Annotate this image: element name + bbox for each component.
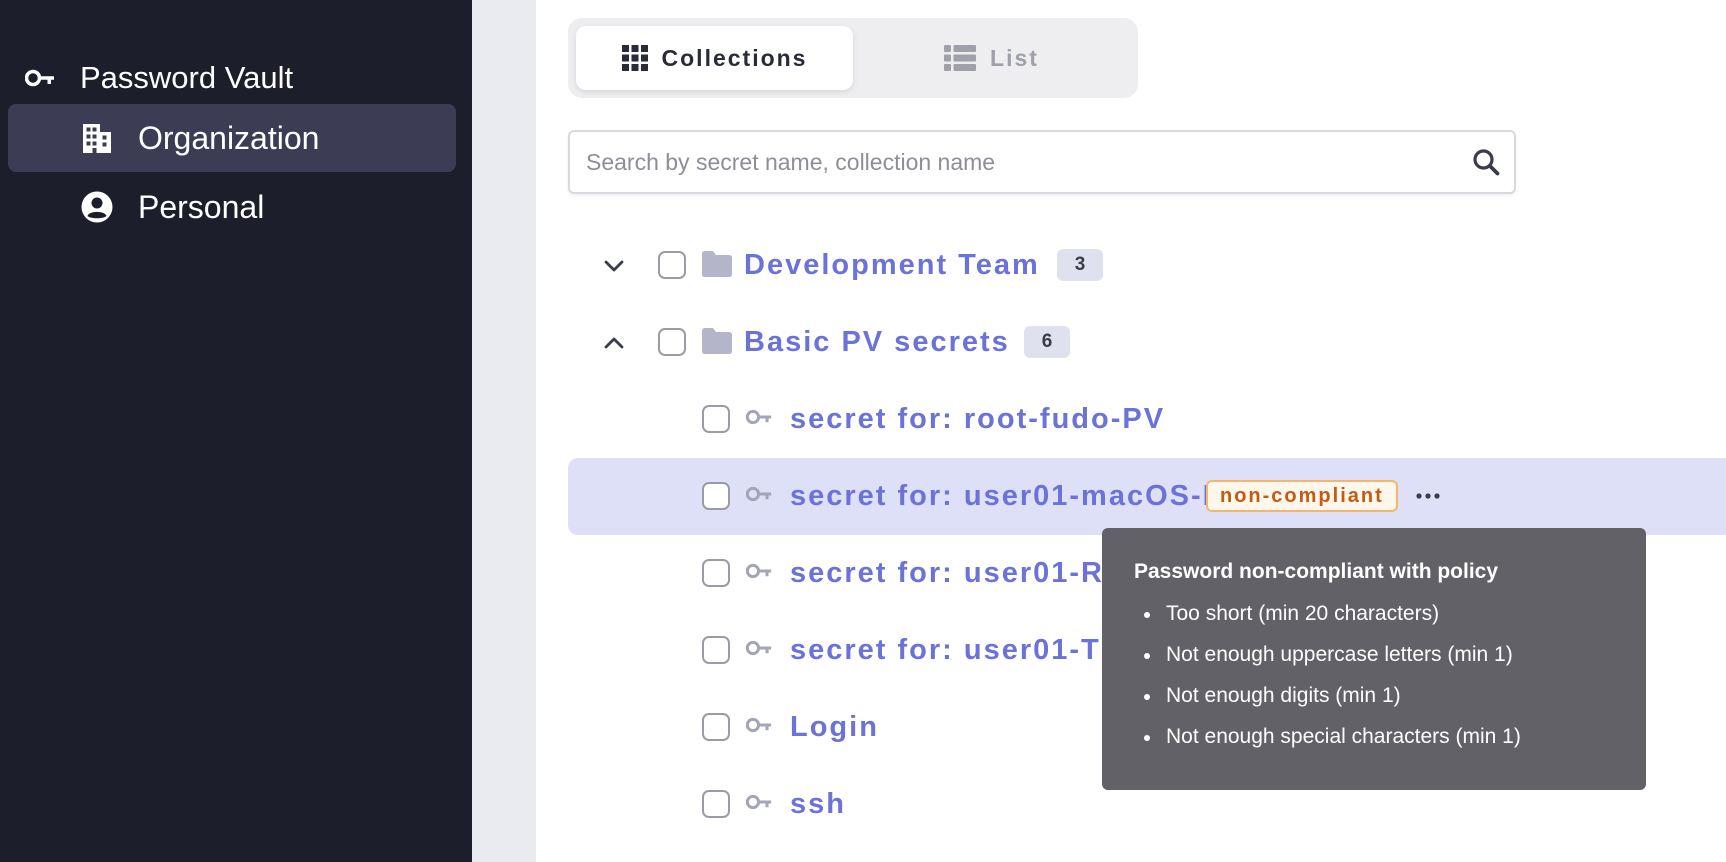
tooltip-title: Password non-compliant with policy	[1134, 560, 1499, 583]
secret-checkbox[interactable]	[702, 636, 730, 664]
folder-icon	[702, 328, 732, 359]
secret-name[interactable]: secret for: user01-T	[790, 634, 1101, 667]
secret-row[interactable]: secret for: user01-macOS-PV non-complian…	[568, 458, 1726, 535]
secret-name[interactable]: secret for: user01-macOS-PV	[790, 480, 1245, 513]
view-toggle: Collections List	[568, 18, 1138, 98]
key-icon	[745, 640, 772, 661]
list-view-label: List	[990, 44, 1039, 71]
tooltip-list: Too short (min 20 characters) Not enough…	[1134, 602, 1614, 749]
chevron-up-icon[interactable]	[600, 329, 628, 357]
list-icon	[944, 45, 977, 71]
sidebar-item-personal[interactable]: Personal	[8, 173, 456, 241]
grid-icon	[621, 45, 648, 71]
tooltip-item: Too short (min 20 characters)	[1134, 602, 1614, 626]
collections-view-button[interactable]: Collections	[576, 26, 853, 90]
user-circle-icon	[80, 190, 114, 224]
tooltip-item: Not enough digits (min 1)	[1134, 684, 1614, 708]
secret-checkbox[interactable]	[702, 790, 730, 818]
collections-view-label: Collections	[661, 44, 808, 71]
secret-checkbox[interactable]	[702, 405, 730, 433]
secret-name[interactable]: secret for: user01-R	[790, 557, 1104, 590]
search-box	[568, 130, 1516, 194]
key-icon	[745, 409, 772, 430]
content-gutter	[472, 0, 536, 862]
sidebar-item-organization[interactable]: Organization	[8, 104, 456, 172]
count-badge: 6	[1024, 326, 1070, 358]
chevron-down-icon[interactable]	[600, 252, 628, 280]
sidebar: Password Vault Organization Personal	[0, 0, 472, 862]
key-icon	[745, 717, 772, 738]
sidebar-item-label: Organization	[138, 119, 320, 156]
collection-row[interactable]: Development Team 3	[568, 227, 1726, 304]
key-icon	[24, 62, 56, 94]
collection-name[interactable]: Basic PV secrets	[744, 326, 1010, 359]
collection-checkbox[interactable]	[658, 251, 686, 279]
collection-row[interactable]: Basic PV secrets 6	[568, 304, 1726, 381]
secret-checkbox[interactable]	[702, 713, 730, 741]
tooltip-item: Not enough special characters (min 1)	[1134, 725, 1614, 749]
secret-name[interactable]: secret for: root-fudo-PV	[790, 403, 1165, 436]
secret-name[interactable]: Login	[790, 711, 879, 744]
secret-checkbox[interactable]	[702, 559, 730, 587]
secret-checkbox[interactable]	[702, 482, 730, 510]
sidebar-title: Password Vault	[80, 60, 294, 95]
key-icon	[745, 486, 772, 507]
key-icon	[745, 794, 772, 815]
search-icon[interactable]	[1472, 148, 1500, 181]
sidebar-item-label: Personal	[138, 188, 265, 225]
secret-name[interactable]: ssh	[790, 788, 846, 821]
tooltip-item: Not enough uppercase letters (min 1)	[1134, 643, 1614, 667]
collection-name[interactable]: Development Team	[744, 249, 1040, 282]
secret-row[interactable]: secret for: root-fudo-PV	[568, 381, 1726, 458]
more-options-icon[interactable]	[1408, 480, 1448, 512]
search-input[interactable]	[570, 132, 1450, 192]
folder-icon	[702, 251, 732, 282]
list-view-button[interactable]: List	[853, 26, 1130, 90]
policy-tooltip: Password non-compliant with policy Too s…	[1102, 528, 1646, 790]
non-compliant-badge[interactable]: non-compliant	[1206, 480, 1398, 512]
collection-checkbox[interactable]	[658, 328, 686, 356]
sidebar-item-password-vault[interactable]: Password Vault	[24, 58, 293, 98]
count-badge: 3	[1057, 249, 1103, 281]
building-icon	[80, 121, 114, 155]
key-icon	[745, 563, 772, 584]
